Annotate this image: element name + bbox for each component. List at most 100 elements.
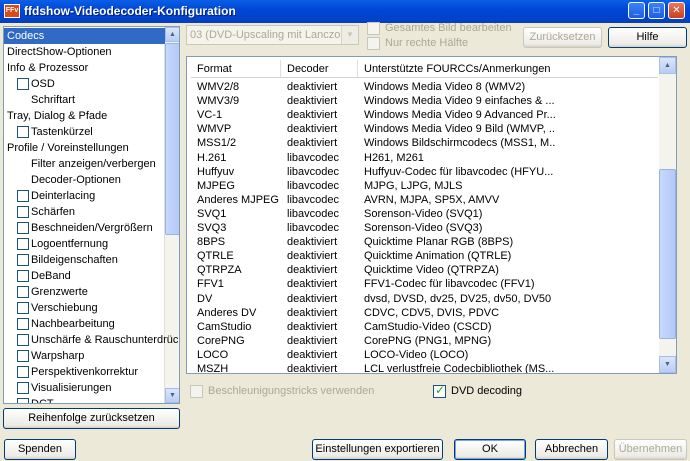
table-row[interactable]: WMV2/8 deaktiviert Windows Media Video 8 (…	[191, 80, 658, 95]
table-row[interactable]: VC-1 deaktiviert Windows Media Video 9 Adv…	[191, 108, 658, 123]
scroll-up-arrow-icon[interactable]: ▲	[659, 57, 676, 74]
tree-item[interactable]: Logoentfernung	[4, 236, 165, 252]
tree-item[interactable]: Codecs	[4, 28, 165, 44]
table-row[interactable]: LOCO deaktiviert LOCO-Video (LOCO)	[191, 348, 658, 363]
codec-list-scroll-thumb[interactable]	[659, 169, 676, 339]
table-row[interactable]: SVQ1 libavcodec Sorenson-Video (SVQ1)	[191, 207, 658, 222]
tree-item-checkbox[interactable]	[17, 190, 29, 202]
table-row[interactable]: QTRPZA deaktiviert Quicktime Video (QTRPZA…	[191, 263, 658, 278]
tree-item[interactable]: Filter anzeigen/verbergen	[4, 156, 165, 172]
decoder-cell: deaktiviert	[287, 236, 338, 249]
table-row[interactable]: MSZH deaktiviert LCL verlustfreie Codecbib…	[191, 362, 658, 373]
table-row[interactable]: MJPEG libavcodec MJPG, LJPG, MJLS	[191, 179, 658, 194]
codec-list[interactable]: Format Decoder Unterstützte FOURCCs/Anme…	[186, 56, 677, 374]
tree-item-checkbox[interactable]	[17, 286, 29, 298]
tree-item[interactable]: Bildeigenschaften	[4, 252, 165, 268]
scroll-down-arrow-icon[interactable]: ▼	[165, 388, 179, 403]
export-settings-button[interactable]: Einstellungen exportieren	[312, 439, 443, 460]
codec-list-scrollbar[interactable]: ▲ ▼	[659, 57, 676, 373]
tree-item[interactable]: Verschiebung	[4, 300, 165, 316]
table-row[interactable]: CorePNG deaktiviert CorePNG (PNG1, MPNG)	[191, 334, 658, 349]
table-row[interactable]: WMV3/9 deaktiviert Windows Media Video 9 e…	[191, 94, 658, 109]
tree-item[interactable]: Schärfen	[4, 204, 165, 220]
cancel-button[interactable]: Abbrechen	[535, 439, 608, 460]
dvd-decoding-checkbox[interactable]: ✓ DVD decoding	[433, 384, 533, 399]
settings-tree[interactable]: ▲ ▼ Codecs DirectShow-Optionen Info & Proz…	[3, 26, 180, 404]
column-header-fourcc[interactable]: Unterstützte FOURCCs/Anmerkungen	[358, 60, 558, 78]
table-row[interactable]: DV deaktiviert dvsd, DVSD, dv25, DV25, dv5…	[191, 292, 658, 307]
column-header-decoder[interactable]: Decoder	[281, 60, 358, 78]
tree-item[interactable]: Grenzwerte	[4, 284, 165, 300]
tree-item[interactable]: OSD	[4, 76, 165, 92]
tree-item[interactable]: Schriftart	[4, 92, 165, 108]
title-bar[interactable]: FFv ffdshow-Videodecoder-Konfiguration _…	[0, 0, 690, 23]
tree-item[interactable]: Beschneiden/Vergrößern	[4, 220, 165, 236]
tree-item[interactable]: Tastenkürzel	[4, 124, 165, 140]
table-row[interactable]: FFV1 deaktiviert FFV1-Codec für libavcodec…	[191, 277, 658, 292]
tree-item[interactable]: DeBand	[4, 268, 165, 284]
table-row[interactable]: H.261 libavcodec H261, M261	[191, 151, 658, 166]
table-row[interactable]: Anderes DV deaktiviert CDVC, CDV5, DVIS, P…	[191, 306, 658, 321]
whole-image-checkbox[interactable]: Gesamtes Bild bearbeiten	[367, 22, 517, 36]
tree-item[interactable]: Visualisierungen	[4, 380, 165, 396]
tree-item-checkbox[interactable]	[17, 206, 29, 218]
tree-item-checkbox[interactable]	[17, 398, 29, 403]
accel-tricks-label: Beschleunigungstricks verwenden	[208, 385, 375, 397]
scroll-up-arrow-icon[interactable]: ▲	[165, 27, 179, 42]
table-row[interactable]: SVQ3 libavcodec Sorenson-Video (SVQ3)	[191, 221, 658, 236]
maximize-button[interactable]: □	[648, 2, 665, 19]
tree-item[interactable]: Deinterlacing	[4, 188, 165, 204]
table-row[interactable]: QTRLE deaktiviert Quicktime Animation (QTR…	[191, 249, 658, 264]
scroll-down-arrow-icon[interactable]: ▼	[659, 356, 676, 373]
tree-item[interactable]: Tray, Dialog & Pfade	[4, 108, 165, 124]
tree-scroll-thumb[interactable]	[165, 43, 179, 235]
tree-item-checkbox[interactable]	[17, 254, 29, 266]
tree-item[interactable]: Unschärfe & Rauschunterdrückung	[4, 332, 179, 348]
right-half-checkbox[interactable]: Nur rechte Hälfte	[367, 37, 517, 51]
tree-item[interactable]: Profile / Voreinstellungen	[4, 140, 165, 156]
reset-order-button[interactable]: Reihenfolge zurücksetzen	[3, 408, 180, 429]
tree-item-label: Logoentfernung	[31, 238, 109, 250]
tree-item-checkbox[interactable]	[17, 382, 29, 394]
tree-item-checkbox[interactable]	[17, 318, 29, 330]
donate-button[interactable]: Spenden	[4, 439, 76, 460]
codec-list-header: Format Decoder Unterstützte FOURCCs/Anme…	[191, 60, 658, 78]
decoder-cell: libavcodec	[287, 193, 339, 206]
tree-item[interactable]: DCT	[4, 396, 165, 403]
tree-item[interactable]: DirectShow-Optionen	[4, 44, 165, 60]
tree-item[interactable]: Warpsharp	[4, 348, 165, 364]
tree-item[interactable]: Info & Prozessor	[4, 60, 165, 76]
table-row[interactable]: Anderes MJPEG libavcodec AVRN, MJPA, SP5X,…	[191, 193, 658, 208]
preset-select[interactable]: 03 (DVD-Upscaling mit Lanczos- ▼	[186, 25, 359, 45]
tree-item-checkbox[interactable]	[17, 302, 29, 314]
accel-tricks-checkbox[interactable]: Beschleunigungstricks verwenden	[190, 385, 380, 399]
help-button[interactable]: Hilfe	[608, 27, 687, 48]
fourcc-cell: FFV1-Codec für libavcodec (FFV1)	[364, 278, 535, 291]
table-row[interactable]: 8BPS deaktiviert Quicktime Planar RGB (8BP…	[191, 235, 658, 250]
tree-item[interactable]: Nachbearbeitung	[4, 316, 165, 332]
ok-button[interactable]: OK	[454, 439, 526, 460]
tree-item-checkbox[interactable]	[17, 78, 29, 90]
column-header-format[interactable]: Format	[191, 60, 281, 78]
tree-item-checkbox[interactable]	[17, 238, 29, 250]
tree-item-checkbox[interactable]	[17, 222, 29, 234]
tree-item-checkbox[interactable]	[17, 366, 29, 378]
tree-item-checkbox[interactable]	[17, 126, 29, 138]
ffdshow-app-icon[interactable]: FFv	[4, 4, 20, 18]
config-window: FFv ffdshow-Videodecoder-Konfiguration _…	[0, 0, 690, 461]
tree-item-checkbox[interactable]	[17, 270, 29, 282]
table-row[interactable]: MSS1/2 deaktiviert Windows Bildschirmcodec…	[191, 136, 658, 151]
tree-item-checkbox[interactable]	[17, 334, 29, 346]
table-row[interactable]: Huffyuv libavcodec Huffyuv-Codec für libav…	[191, 165, 658, 180]
tree-item[interactable]: Perspektivenkorrektur	[4, 364, 165, 380]
format-cell: CorePNG	[197, 334, 245, 347]
reset-button[interactable]: Zurücksetzen	[523, 27, 602, 48]
apply-button[interactable]: Übernehmen	[614, 439, 687, 460]
table-row[interactable]: CamStudio deaktiviert CamStudio-Video (CSC…	[191, 320, 658, 335]
tree-item-checkbox[interactable]	[17, 350, 29, 362]
minimize-button[interactable]: _	[628, 2, 645, 19]
close-button[interactable]: ✕	[668, 2, 685, 19]
table-row[interactable]: WMVP deaktiviert Windows Media Video 9 Bil…	[191, 122, 658, 137]
chevron-down-icon[interactable]: ▼	[341, 26, 358, 44]
tree-item[interactable]: Decoder-Optionen	[4, 172, 165, 188]
